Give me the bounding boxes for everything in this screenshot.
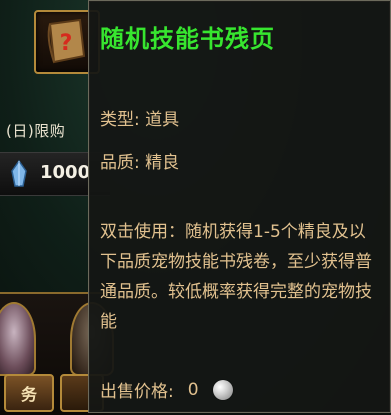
svg-text:?: ? xyxy=(60,31,73,56)
item-description: 双击使用：随机获得1-5个精良及以下品质宠物技能书残卷，至少获得普通品质。较低概… xyxy=(100,222,372,332)
sell-price-label: 出售价格: xyxy=(100,382,174,402)
scroll-item-icon: ? xyxy=(47,18,86,64)
sell-price-value: 0 xyxy=(187,379,199,400)
item-name: 随机技能书残页 xyxy=(100,25,275,53)
task-button[interactable]: 务 xyxy=(4,374,54,412)
price-value: 1000 xyxy=(40,162,91,183)
purchase-limit-label: (日)限购 xyxy=(6,122,66,140)
character-portrait[interactable] xyxy=(0,302,36,376)
sell-price-row: 出售价格: 0 xyxy=(100,377,233,402)
silver-coin-icon xyxy=(212,379,233,400)
item-type: 类型: 道具 xyxy=(100,110,180,130)
item-tooltip: 随机技能书残页 类型: 道具 品质: 精良 双击使用：随机获得1-5个精良及以下… xyxy=(88,0,391,413)
crystal-icon xyxy=(11,159,27,187)
item-quality: 品质: 精良 xyxy=(100,153,180,173)
